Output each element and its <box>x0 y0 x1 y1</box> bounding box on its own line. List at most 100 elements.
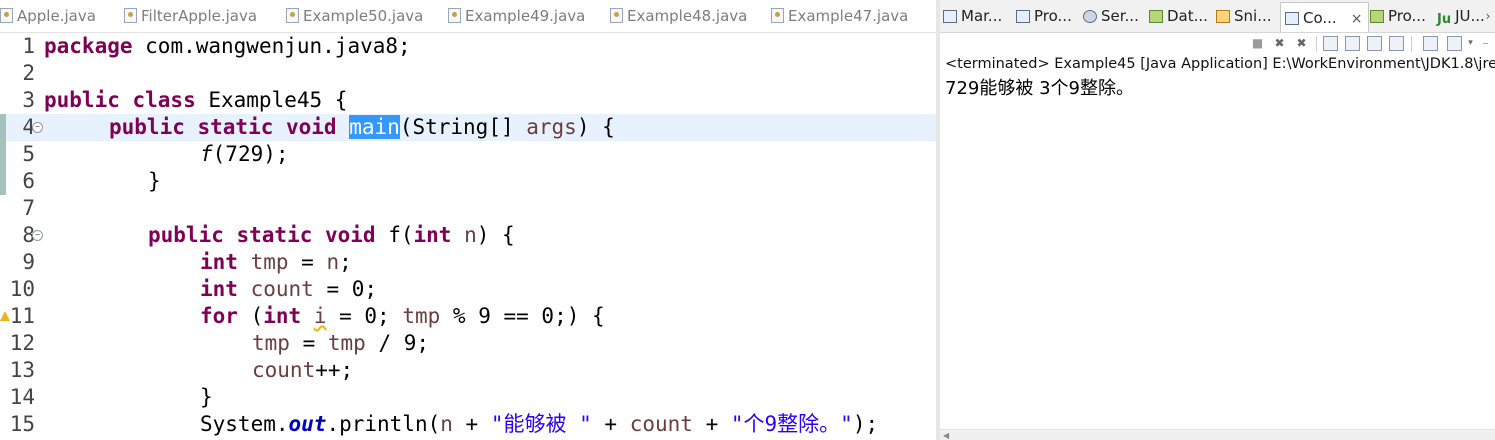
data-source-icon <box>1149 10 1163 23</box>
code-line: 12 tmp = tmp / 9; <box>0 330 936 357</box>
toolbar-separator <box>1316 36 1317 52</box>
java-file-icon <box>448 8 461 23</box>
dropdown-arrow-icon[interactable]: ▾ <box>1463 36 1478 51</box>
code-text: count++; <box>252 358 354 382</box>
code-text: } <box>148 169 161 193</box>
editor-tab-example49[interactable]: Example49.java <box>448 0 585 32</box>
console-view: Mar... Pro... Ser... Dat... Sni... Co...… <box>940 0 1495 440</box>
tab-servers[interactable]: Ser... <box>1083 0 1139 32</box>
scroll-left-icon[interactable]: ◀ <box>943 431 949 440</box>
code-area[interactable]: 1 package com.wangwenjun.java8; 2 3 publ… <box>0 33 936 440</box>
word-wrap-icon[interactable] <box>1367 36 1382 51</box>
tab-label: Pro... <box>1034 7 1072 25</box>
show-on-output-icon[interactable] <box>1389 36 1404 51</box>
code-text: tmp = tmp / 9; <box>252 331 430 355</box>
tab-properties[interactable]: Pro... <box>1016 0 1072 32</box>
tab-label: Sni... <box>1234 7 1272 25</box>
code-line: 10 int count = 0; <box>0 276 936 303</box>
code-text: public static void f(int n) { <box>148 223 515 247</box>
horizontal-scrollbar[interactable]: ◀ <box>940 429 1495 440</box>
editor-tab-label: Example47.java <box>788 7 909 25</box>
code-text: int tmp = n; <box>200 250 352 274</box>
code-text: f(729); <box>200 142 289 166</box>
tab-junit[interactable]: Ju JU... <box>1437 0 1485 32</box>
tab-snippets[interactable]: Sni... <box>1216 0 1272 32</box>
code-line: 11 for (int i = 0; tmp % 9 == 0;) { <box>0 303 936 330</box>
console-toolbar: ■ ✖ ✖ ▾ – <box>940 33 1495 55</box>
editor-tab-label: Example48.java <box>627 7 748 25</box>
code-line: 6 } <box>0 168 936 195</box>
code-line: 3 public class Example45 { <box>0 87 936 114</box>
line-number: 11 <box>9 304 35 328</box>
line-number: 4 <box>22 115 35 139</box>
editor-tab-example50[interactable]: Example50.java <box>286 0 423 32</box>
code-text: System.out.println(n + "能够被 " + count + … <box>200 412 879 436</box>
code-text: package com.wangwenjun.java8; <box>44 34 411 58</box>
code-line: 14 } <box>0 384 936 411</box>
junit-icon: Ju <box>1437 12 1452 27</box>
java-file-icon <box>286 8 299 23</box>
line-number: 13 <box>9 358 35 382</box>
code-line: 8 − public static void f(int n) { <box>0 222 936 249</box>
close-icon[interactable]: × <box>1351 4 1363 32</box>
java-file-icon <box>771 8 784 23</box>
editor-tab-example47[interactable]: Example47.java <box>771 0 908 32</box>
editor-tab-label: Example50.java <box>303 7 424 25</box>
line-number: 10 <box>9 277 35 301</box>
line-number: 15 <box>9 412 35 436</box>
editor-tab-apple[interactable]: Apple.java <box>0 0 96 32</box>
terminate-icon[interactable]: ■ <box>1250 36 1265 51</box>
remove-all-terminated-icon[interactable]: ✖ <box>1294 36 1309 51</box>
line-number: 1 <box>22 34 35 58</box>
tab-data-source-explorer[interactable]: Dat... <box>1149 0 1208 32</box>
code-line: 9 int tmp = n; <box>0 249 936 276</box>
console-icon <box>1285 12 1299 25</box>
editor-tab-example48[interactable]: Example48.java <box>610 0 747 32</box>
tab-label: Mar... <box>961 7 1003 25</box>
code-line: 13 count++; <box>0 357 936 384</box>
line-number: 8 <box>22 223 35 247</box>
code-line: 7 <box>0 195 936 222</box>
fold-collapse-icon[interactable]: − <box>32 230 43 241</box>
servers-icon <box>1083 10 1097 23</box>
view-tab-bar: Mar... Pro... Ser... Dat... Sni... Co...… <box>940 0 1495 33</box>
view-menu-icon[interactable]: – <box>1478 36 1493 51</box>
java-file-icon <box>0 8 13 23</box>
remove-launch-icon[interactable]: ✖ <box>1272 36 1287 51</box>
code-line: 15 System.out.println(n + "能够被 " + count… <box>0 411 936 438</box>
tab-progress[interactable]: Pro... <box>1370 0 1426 32</box>
properties-icon <box>1016 10 1030 23</box>
markers-icon <box>943 10 957 23</box>
code-text: } <box>200 385 213 409</box>
tab-label: Dat... <box>1167 7 1208 25</box>
console-process-status: <terminated> Example45 [Java Application… <box>945 56 1495 72</box>
line-number: 5 <box>22 142 35 166</box>
line-number: 3 <box>22 88 35 112</box>
editor-tab-filterapple[interactable]: FilterApple.java <box>124 0 257 32</box>
display-selected-console-icon[interactable] <box>1447 36 1462 51</box>
line-number: 7 <box>22 196 35 220</box>
tab-markers[interactable]: Mar... <box>943 0 1002 32</box>
editor-tab-label: Example49.java <box>465 7 586 25</box>
code-text: public static void main(String[] args) { <box>109 115 615 139</box>
more-tabs-chevron-icon[interactable]: › <box>1481 0 1495 32</box>
tab-console[interactable]: Co... × <box>1280 2 1370 32</box>
code-line: 1 package com.wangwenjun.java8; <box>0 33 936 60</box>
code-line: 2 <box>0 60 936 87</box>
line-number: 14 <box>9 385 35 409</box>
pin-console-icon[interactable] <box>1423 36 1438 51</box>
line-number: 9 <box>22 250 35 274</box>
line-number: 6 <box>22 169 35 193</box>
tab-label: Ser... <box>1101 7 1139 25</box>
scroll-lock-icon[interactable] <box>1345 36 1360 51</box>
clear-console-icon[interactable] <box>1323 36 1338 51</box>
fold-collapse-icon[interactable]: − <box>32 122 43 133</box>
line-number: 2 <box>22 61 35 85</box>
editor-tab-bar: Apple.java FilterApple.java Example50.ja… <box>0 0 936 33</box>
code-editor[interactable]: Apple.java FilterApple.java Example50.ja… <box>0 0 936 440</box>
editor-tab-label: FilterApple.java <box>141 7 258 25</box>
console-output-text[interactable]: 729能够被 3个9整除。 <box>945 78 1134 100</box>
java-file-icon <box>124 8 137 23</box>
code-text: for (int i = 0; tmp % 9 == 0;) { <box>200 304 605 328</box>
snippets-icon <box>1216 10 1230 23</box>
